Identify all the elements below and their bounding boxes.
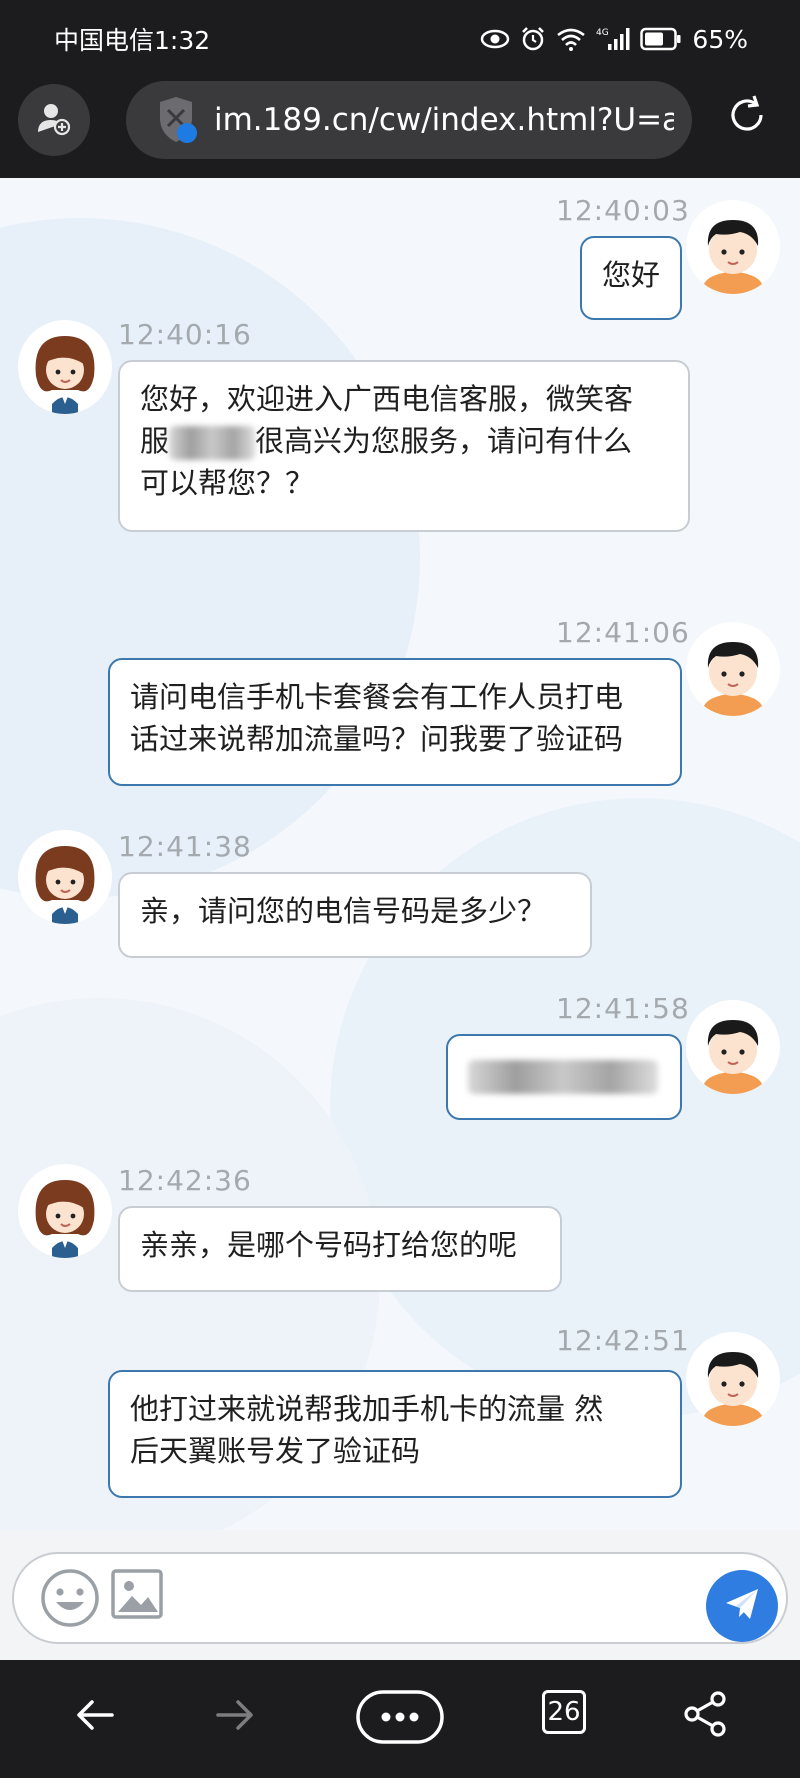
svg-text:4G: 4G (596, 28, 609, 38)
person-add-icon (36, 100, 72, 140)
user-avatar (686, 1000, 780, 1094)
redacted-phone-number (468, 1060, 658, 1094)
more-icon (356, 1690, 444, 1748)
tabs-button[interactable]: 26 (542, 1690, 586, 1734)
status-carrier-time: 中国电信1:32 (54, 26, 211, 55)
alarm-icon (520, 26, 546, 52)
message-text: 可以帮您？？ (140, 466, 315, 500)
battery-percent: 65% (692, 24, 748, 54)
message-time: 12:41:06 (556, 616, 690, 649)
message-text: 您好，欢迎进入广西电信客服，微笑客 (140, 382, 634, 416)
paper-plane-icon (722, 1584, 762, 1628)
shield-icon[interactable] (156, 96, 200, 144)
message-time: 12:40:03 (556, 194, 690, 227)
message-time: 12:42:51 (556, 1324, 690, 1357)
browser-toolbar: im.189.cn/cw/index.html?U=a1c (0, 78, 800, 178)
message-input[interactable] (12, 1552, 788, 1644)
menu-button[interactable] (356, 1690, 444, 1748)
message-bubble: 亲，请问您的电信号码是多少？ (118, 872, 592, 958)
message-text: 亲亲，是哪个号码打给您的呢 (140, 1228, 518, 1262)
tabs-count: 26 (547, 1697, 581, 1727)
back-button[interactable] (70, 1690, 120, 1744)
message-text: 您好 (602, 258, 661, 292)
eye-icon (480, 28, 510, 50)
image-icon[interactable] (110, 1566, 166, 1624)
agent-avatar (18, 320, 112, 414)
redacted-text (169, 426, 256, 460)
status-icons: 4G 65% (480, 25, 748, 54)
message-bubble: 您好 (580, 236, 682, 320)
message-bubble: 您好，欢迎进入广西电信客服，微笑客 服很高兴为您服务，请问有什么 可以帮您？？ (118, 360, 690, 532)
message-time: 12:41:58 (556, 992, 690, 1025)
reload-icon (725, 93, 769, 141)
message-text: 他打过来就说帮我加手机卡的流量 然 (130, 1392, 604, 1426)
browser-nav-bar: 26 (0, 1660, 800, 1778)
message-text: 请问电信手机卡套餐会有工作人员打电 (130, 680, 624, 714)
battery-icon (640, 27, 682, 51)
message-time: 12:42:36 (118, 1164, 252, 1197)
agent-avatar (18, 830, 112, 924)
share-button[interactable] (682, 1690, 728, 1742)
message-bubble (446, 1034, 682, 1120)
status-bar: 中国电信1:32 4G 65% (0, 0, 800, 78)
forward-button[interactable] (210, 1690, 260, 1744)
message-time: 12:41:38 (118, 830, 252, 863)
message-text-line: 服很高兴为您服务，请问有什么 (140, 424, 633, 460)
reload-button[interactable] (718, 88, 776, 146)
arrow-left-icon (70, 1690, 120, 1744)
chat-area[interactable]: 12:40:03 您好 12:40:16 您好，欢迎进入广西电信客服，微笑客 服… (0, 178, 800, 1530)
message-text: 话过来说帮加流量吗？问我要了验证码 (130, 722, 624, 756)
message-bubble: 请问电信手机卡套餐会有工作人员打电 话过来说帮加流量吗？问我要了验证码 (108, 658, 682, 786)
share-icon (682, 1690, 728, 1742)
signal-icon: 4G (596, 26, 630, 52)
message-bubble: 他打过来就说帮我加手机卡的流量 然 后天翼账号发了验证码 (108, 1370, 682, 1498)
message-text: 亲，请问您的电信号码是多少？ (140, 894, 547, 928)
agent-avatar (18, 1164, 112, 1258)
send-button[interactable] (706, 1570, 778, 1642)
url-text[interactable]: im.189.cn/cw/index.html?U=a1c (214, 102, 674, 138)
message-time: 12:40:16 (118, 318, 252, 351)
message-text: 后天翼账号发了验证码 (130, 1434, 421, 1468)
user-avatar (686, 200, 780, 294)
wifi-icon (556, 27, 586, 51)
address-bar[interactable]: im.189.cn/cw/index.html?U=a1c (126, 81, 692, 159)
arrow-right-icon (210, 1690, 260, 1744)
user-avatar (686, 622, 780, 716)
message-input-bar (0, 1530, 800, 1660)
smiley-icon[interactable] (36, 1564, 104, 1632)
profile-button[interactable] (18, 84, 90, 156)
user-avatar (686, 1332, 780, 1426)
message-bubble: 亲亲，是哪个号码打给您的呢 (118, 1206, 562, 1292)
